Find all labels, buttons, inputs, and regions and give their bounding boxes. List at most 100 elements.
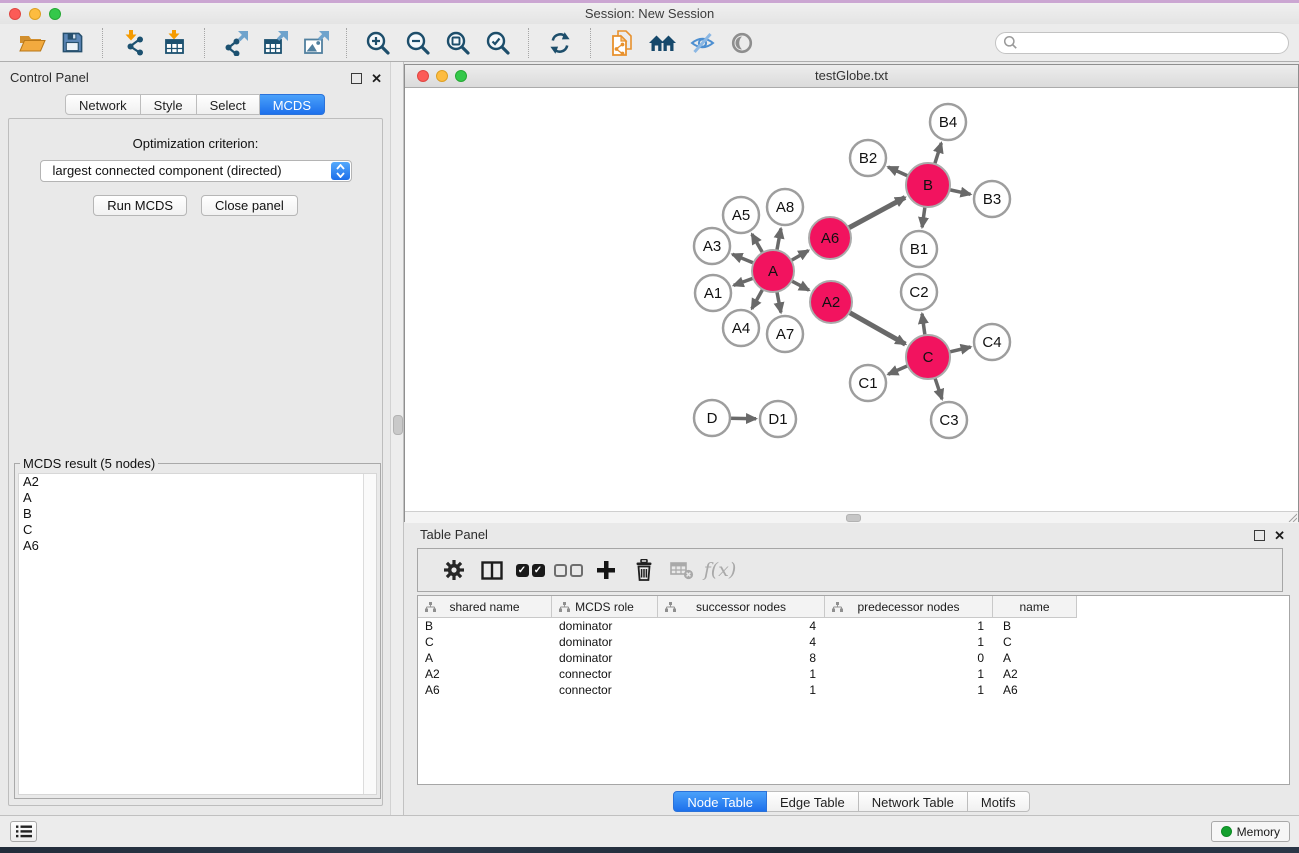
column-type-icon [559,602,570,612]
tab-style[interactable]: Style [141,94,197,115]
graph-edge-B-B1[interactable] [922,206,925,227]
delete-table-icon[interactable] [663,560,701,580]
graph-edge-C-C1[interactable] [888,365,909,374]
mcds-result-item[interactable]: A2 [19,474,376,490]
tab-network[interactable]: Network [65,94,141,115]
graph-edge-A-A3[interactable] [732,254,754,263]
float-table-panel-icon[interactable] [1254,530,1265,541]
open-session-icon[interactable] [12,26,52,60]
export-table-icon[interactable] [256,26,296,60]
memory-label: Memory [1237,825,1280,839]
table-row[interactable]: A2connector11A2 [418,666,1289,682]
graph-edge-B-B3[interactable] [949,190,971,195]
cell-shared-name: C [418,635,552,649]
graph-edge-A-A1[interactable] [734,278,755,286]
table-panel: Table Panel ✕ [404,522,1299,815]
mcds-result-item[interactable]: C [19,522,376,538]
graph-edge-A-A7[interactable] [777,291,781,313]
graph-edge-C-C2[interactable] [922,314,925,336]
mcds-result-item[interactable]: A6 [19,538,376,554]
optimization-criterion-dropdown[interactable]: largest connected component (directed) [40,160,352,182]
column-type-icon [425,602,436,612]
close-panel-icon[interactable]: ✕ [371,74,382,83]
column-header-mcds-role[interactable]: MCDS role [552,596,658,618]
zoom-selected-icon[interactable] [478,26,518,60]
column-header-predecessor-nodes[interactable]: predecessor nodes [825,596,993,618]
save-session-icon[interactable] [52,26,92,60]
graph-edge-A2-C[interactable] [848,312,905,344]
tab-node-table[interactable]: Node Table [673,791,767,812]
network-zoom-button[interactable] [455,70,467,82]
zoom-window-button[interactable] [49,8,61,20]
minimize-window-button[interactable] [29,8,41,20]
memory-button[interactable]: Memory [1211,821,1290,842]
resize-grip-icon[interactable] [1287,513,1297,522]
desktop-vertical-scrollbar[interactable] [390,62,404,815]
network-canvas[interactable]: AA6A2BCA5A8A3A1A4A7B2B4B3B1C2C4C1C3DD1 [405,88,1298,511]
graph-edge-B-B2[interactable] [888,167,909,176]
search-field[interactable] [995,32,1289,54]
new-network-from-selection-icon[interactable] [602,26,642,60]
network-minimize-button[interactable] [436,70,448,82]
export-image-icon[interactable] [296,26,336,60]
graph-edge-A6-B[interactable] [848,197,906,228]
tab-network-table[interactable]: Network Table [859,791,968,812]
import-network-icon[interactable] [114,26,154,60]
toggle-column-icon[interactable] [473,561,511,580]
graph-edge-A-A6[interactable] [790,251,808,262]
graph-edge-B-B4[interactable] [934,143,941,165]
network-close-button[interactable] [417,70,429,82]
export-network-icon[interactable] [216,26,256,60]
select-all-icon[interactable]: ✓✓ [511,564,549,577]
horizontal-scroll-thumb[interactable] [846,514,861,522]
table-row[interactable]: A6connector11A6 [418,682,1289,698]
cell-successor-nodes: 4 [658,619,825,633]
close-panel-button[interactable]: Close panel [201,195,298,216]
search-input[interactable] [1022,33,1288,53]
tab-edge-table[interactable]: Edge Table [767,791,859,812]
graph-edge-A-A4[interactable] [752,288,763,308]
mcds-result-item[interactable]: B [19,506,376,522]
graph-node-label: C4 [982,334,1001,351]
cell-predecessor-nodes: 1 [825,635,993,649]
graph-edge-C-C4[interactable] [948,347,970,352]
refresh-icon[interactable] [540,26,580,60]
column-header-successor-nodes[interactable]: successor nodes [658,596,825,618]
column-header-shared-name[interactable]: shared name [418,596,552,618]
graph-node-label: D1 [768,411,787,428]
table-row[interactable]: Cdominator41C [418,634,1289,650]
zoom-fit-icon[interactable] [438,26,478,60]
import-table-icon[interactable] [154,26,194,60]
function-builder-icon[interactable]: f(x) [701,559,739,581]
graph-edge-A-A2[interactable] [791,280,809,290]
show-hidden-eye-icon[interactable] [722,26,762,60]
run-mcds-button[interactable]: Run MCDS [93,195,187,216]
task-history-button[interactable] [10,821,37,842]
first-neighbors-houses-icon[interactable] [642,26,682,60]
tab-motifs[interactable]: Motifs [968,791,1030,812]
table-row[interactable]: Bdominator41B [418,618,1289,634]
zoom-out-icon[interactable] [398,26,438,60]
result-scrollbar[interactable] [363,474,376,794]
vertical-scroll-thumb[interactable] [393,415,403,435]
graph-edge-A-A5[interactable] [752,234,763,254]
graph-edge-C-C3[interactable] [935,377,942,399]
close-window-button[interactable] [9,8,21,20]
hide-selected-eye-icon[interactable] [682,26,722,60]
graph-edge-A-A8[interactable] [777,229,781,252]
deselect-all-icon[interactable] [549,564,587,577]
network-window-titlebar[interactable]: testGlobe.txt [405,65,1298,88]
column-header-name[interactable]: name [993,596,1077,618]
table-settings-gear-icon[interactable] [435,559,473,581]
tab-select[interactable]: Select [197,94,260,115]
add-column-plus-icon[interactable] [587,560,625,580]
tab-mcds[interactable]: MCDS [260,94,325,115]
float-panel-icon[interactable] [351,73,362,84]
table-row[interactable]: Adominator80A [418,650,1289,666]
zoom-in-icon[interactable] [358,26,398,60]
delete-column-trash-icon[interactable] [625,559,663,581]
mcds-result-item[interactable]: A [19,490,376,506]
mcds-result-list[interactable]: A2ABCA6 [18,473,377,795]
search-icon [1003,35,1018,50]
close-table-panel-icon[interactable]: ✕ [1274,531,1285,540]
